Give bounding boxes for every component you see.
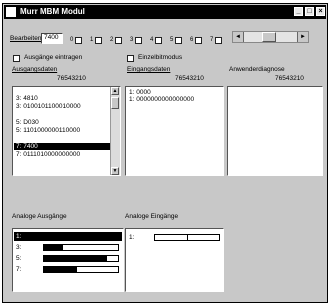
window-title: Murr MBM Modul [20,7,85,16]
main-window: Murr MBM Modul _ □ × Bearbeiten 7400 0 1 2… [2,3,328,303]
slider-right-arrow-icon[interactable]: ► [297,32,308,42]
output-data-header: 76543210 [57,75,86,82]
list-item[interactable]: 5: 1101000000110000 [16,127,80,135]
analog-output-fill [44,267,78,272]
edit-label: Bearbeiten [10,35,42,42]
bit-checkbox[interactable] [175,37,182,44]
bit-checkbox[interactable] [115,37,122,44]
output-data-list[interactable]: 3: 4810 3: 0100101100010000 5: D030 5: 1101… [12,86,121,176]
maximize-button[interactable]: □ [305,7,314,16]
list-item[interactable]: 7: 7400 [16,143,38,151]
analog-input-label: 1: [129,234,135,241]
analog-input-bar [154,234,220,241]
insert-outputs-label: Ausgänge eintragen [24,54,83,61]
bit-label: 1 [90,37,94,43]
bit-label: 5 [170,37,174,43]
input-data-list[interactable]: 1: 0000 1: 0000000000000000 [125,86,224,176]
single-bit-mode-label: Einzelbitmodus [138,54,183,61]
list-item[interactable]: 3: 0100101100010000 [16,103,81,111]
bit-label: 0 [70,37,74,43]
list-item[interactable]: 3: 4810 [16,95,38,103]
bit-checkbox[interactable] [135,37,142,44]
scroll-thumb[interactable] [111,97,119,109]
slider-left-arrow-icon[interactable]: ◄ [233,32,244,42]
edit-value-field[interactable]: 7400 [41,33,63,44]
insert-outputs-checkbox[interactable] [13,55,20,62]
bit-checkbox[interactable] [195,37,202,44]
bit-checkbox[interactable] [95,37,102,44]
bit-label: 4 [150,37,154,43]
bit-label: 7 [210,37,214,43]
diagnosis-title: Anwenderdiagnose [229,66,285,73]
close-button[interactable]: × [316,7,325,16]
output-data-title: Ausgangsdaten [12,66,58,73]
app-icon [6,7,16,17]
list-item[interactable]: 7: 0111010000000000 [16,151,80,159]
diagnosis-header: 76543210 [275,75,304,82]
bit-checkbox[interactable] [75,37,82,44]
bit-label: 6 [190,37,194,43]
bit-label: 3 [130,37,134,43]
list-item[interactable]: 1: 0000000000000000 [129,96,194,104]
analog-output-fill [44,256,107,261]
single-bit-mode-checkbox[interactable] [127,55,134,62]
analog-output-fill [44,234,118,239]
scroll-up-icon[interactable]: ▲ [111,87,119,95]
analog-inputs-panel[interactable]: 1: [125,228,224,292]
analog-input-divider [187,235,188,240]
slider-thumb[interactable] [262,32,276,42]
bit-checkbox[interactable] [215,37,222,44]
analog-output-bar[interactable] [43,244,119,251]
diagnosis-list[interactable] [227,86,323,176]
analog-output-fill [44,245,63,250]
analog-output-bar[interactable] [43,255,119,262]
input-data-header: 76543210 [175,75,204,82]
input-data-title: Eingangsdaten [127,66,171,73]
title-bar: Murr MBM Modul _ □ × [4,5,326,19]
analog-output-label: 7: [16,266,22,273]
bit-checkbox[interactable] [155,37,162,44]
analog-outputs-panel[interactable]: 1: 3: 5: 7: [12,228,124,292]
analog-output-bar[interactable] [43,233,119,240]
minimize-button[interactable]: _ [294,7,303,16]
output-list-scrollbar[interactable]: ▲ ▼ [110,87,120,175]
value-slider[interactable]: ◄ ► [232,31,309,43]
analog-outputs-title: Analoge Ausgänge [12,213,67,220]
analog-output-label: 1: [16,233,22,240]
analog-output-bar[interactable] [43,266,119,273]
scroll-down-icon[interactable]: ▼ [111,167,119,175]
analog-output-label: 3: [16,244,22,251]
analog-inputs-title: Analoge Eingänge [125,213,179,220]
bit-label: 2 [110,37,114,43]
analog-output-label: 5: [16,255,22,262]
list-item[interactable]: 5: D030 [16,119,39,127]
